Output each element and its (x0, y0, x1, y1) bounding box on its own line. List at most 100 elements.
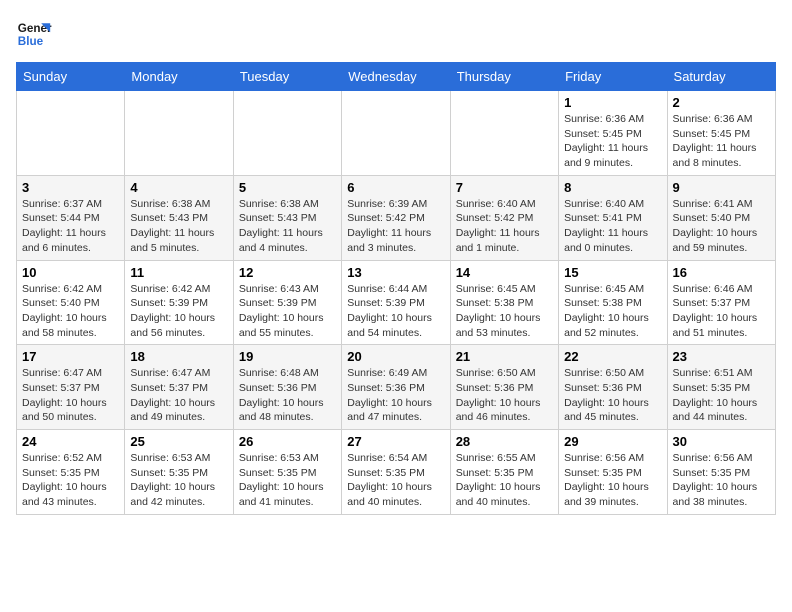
day-info: Sunrise: 6:53 AMSunset: 5:35 PMDaylight:… (130, 451, 227, 510)
day-info: Sunrise: 6:40 AMSunset: 5:41 PMDaylight:… (564, 197, 661, 256)
day-info: Sunrise: 6:53 AMSunset: 5:35 PMDaylight:… (239, 451, 336, 510)
weekday-header-saturday: Saturday (667, 63, 775, 91)
calendar-cell: 29 Sunrise: 6:56 AMSunset: 5:35 PMDayligh… (559, 430, 667, 515)
day-info: Sunrise: 6:55 AMSunset: 5:35 PMDaylight:… (456, 451, 553, 510)
day-info: Sunrise: 6:49 AMSunset: 5:36 PMDaylight:… (347, 366, 444, 425)
day-info: Sunrise: 6:47 AMSunset: 5:37 PMDaylight:… (22, 366, 119, 425)
calendar-cell: 30 Sunrise: 6:56 AMSunset: 5:35 PMDayligh… (667, 430, 775, 515)
day-number: 22 (564, 349, 661, 364)
calendar-cell: 2 Sunrise: 6:36 AMSunset: 5:45 PMDaylight… (667, 91, 775, 176)
weekday-header-sunday: Sunday (17, 63, 125, 91)
day-number: 20 (347, 349, 444, 364)
day-info: Sunrise: 6:36 AMSunset: 5:45 PMDaylight:… (564, 112, 661, 171)
weekday-header-friday: Friday (559, 63, 667, 91)
day-info: Sunrise: 6:56 AMSunset: 5:35 PMDaylight:… (673, 451, 770, 510)
weekday-header-tuesday: Tuesday (233, 63, 341, 91)
calendar-cell: 10Sunrise: 6:42 AMSunset: 5:40 PMDayligh… (17, 260, 125, 345)
day-info: Sunrise: 6:44 AMSunset: 5:39 PMDaylight:… (347, 282, 444, 341)
week-row-4: 17 Sunrise: 6:47 AMSunset: 5:37 PMDayligh… (17, 345, 776, 430)
calendar-cell (450, 91, 558, 176)
calendar-cell: 20 Sunrise: 6:49 AMSunset: 5:36 PMDayligh… (342, 345, 450, 430)
day-number: 17 (22, 349, 119, 364)
calendar-cell: 3 Sunrise: 6:37 AMSunset: 5:44 PMDaylight… (17, 175, 125, 260)
day-info: Sunrise: 6:43 AMSunset: 5:39 PMDaylight:… (239, 282, 336, 341)
day-info: Sunrise: 6:37 AMSunset: 5:44 PMDaylight:… (22, 197, 119, 256)
day-info: Sunrise: 6:41 AMSunset: 5:40 PMDaylight:… (673, 197, 770, 256)
day-number: 11 (130, 265, 227, 280)
logo: General Blue (16, 16, 56, 52)
day-number: 6 (347, 180, 444, 195)
day-info: Sunrise: 6:50 AMSunset: 5:36 PMDaylight:… (564, 366, 661, 425)
day-number: 19 (239, 349, 336, 364)
calendar-cell: 18 Sunrise: 6:47 AMSunset: 5:37 PMDayligh… (125, 345, 233, 430)
calendar-cell (342, 91, 450, 176)
calendar-cell: 15 Sunrise: 6:45 AMSunset: 5:38 PMDayligh… (559, 260, 667, 345)
calendar-cell (17, 91, 125, 176)
day-info: Sunrise: 6:51 AMSunset: 5:35 PMDaylight:… (673, 366, 770, 425)
calendar-cell: 17 Sunrise: 6:47 AMSunset: 5:37 PMDayligh… (17, 345, 125, 430)
day-number: 16 (673, 265, 770, 280)
calendar-cell (125, 91, 233, 176)
day-number: 28 (456, 434, 553, 449)
day-number: 5 (239, 180, 336, 195)
weekday-header-monday: Monday (125, 63, 233, 91)
logo-icon: General Blue (16, 16, 52, 52)
calendar-cell: 21 Sunrise: 6:50 AMSunset: 5:36 PMDayligh… (450, 345, 558, 430)
calendar-cell: 13 Sunrise: 6:44 AMSunset: 5:39 PMDayligh… (342, 260, 450, 345)
weekday-header-thursday: Thursday (450, 63, 558, 91)
day-info: Sunrise: 6:45 AMSunset: 5:38 PMDaylight:… (456, 282, 553, 341)
calendar-table: SundayMondayTuesdayWednesdayThursdayFrid… (16, 62, 776, 515)
day-number: 12 (239, 265, 336, 280)
day-number: 18 (130, 349, 227, 364)
week-row-3: 10Sunrise: 6:42 AMSunset: 5:40 PMDayligh… (17, 260, 776, 345)
weekday-header-wednesday: Wednesday (342, 63, 450, 91)
day-info: Sunrise: 6:40 AMSunset: 5:42 PMDaylight:… (456, 197, 553, 256)
calendar-cell: 28 Sunrise: 6:55 AMSunset: 5:35 PMDayligh… (450, 430, 558, 515)
day-info: Sunrise: 6:52 AMSunset: 5:35 PMDaylight:… (22, 451, 119, 510)
calendar-cell: 24 Sunrise: 6:52 AMSunset: 5:35 PMDayligh… (17, 430, 125, 515)
day-info: Sunrise: 6:50 AMSunset: 5:36 PMDaylight:… (456, 366, 553, 425)
calendar-cell (233, 91, 341, 176)
day-info: Sunrise: 6:56 AMSunset: 5:35 PMDaylight:… (564, 451, 661, 510)
day-number: 3 (22, 180, 119, 195)
calendar-cell: 14 Sunrise: 6:45 AMSunset: 5:38 PMDayligh… (450, 260, 558, 345)
day-info: Sunrise: 6:47 AMSunset: 5:37 PMDaylight:… (130, 366, 227, 425)
day-number: 10 (22, 265, 119, 280)
calendar-cell: 12 Sunrise: 6:43 AMSunset: 5:39 PMDayligh… (233, 260, 341, 345)
day-number: 14 (456, 265, 553, 280)
day-number: 13 (347, 265, 444, 280)
day-info: Sunrise: 6:54 AMSunset: 5:35 PMDaylight:… (347, 451, 444, 510)
day-number: 8 (564, 180, 661, 195)
weekday-header-row: SundayMondayTuesdayWednesdayThursdayFrid… (17, 63, 776, 91)
day-number: 30 (673, 434, 770, 449)
day-number: 7 (456, 180, 553, 195)
week-row-5: 24 Sunrise: 6:52 AMSunset: 5:35 PMDayligh… (17, 430, 776, 515)
calendar-cell: 7 Sunrise: 6:40 AMSunset: 5:42 PMDaylight… (450, 175, 558, 260)
day-number: 24 (22, 434, 119, 449)
calendar-cell: 27 Sunrise: 6:54 AMSunset: 5:35 PMDayligh… (342, 430, 450, 515)
day-info: Sunrise: 6:48 AMSunset: 5:36 PMDaylight:… (239, 366, 336, 425)
calendar-cell: 8 Sunrise: 6:40 AMSunset: 5:41 PMDaylight… (559, 175, 667, 260)
day-info: Sunrise: 6:39 AMSunset: 5:42 PMDaylight:… (347, 197, 444, 256)
day-info: Sunrise: 6:46 AMSunset: 5:37 PMDaylight:… (673, 282, 770, 341)
day-number: 15 (564, 265, 661, 280)
day-number: 21 (456, 349, 553, 364)
week-row-2: 3 Sunrise: 6:37 AMSunset: 5:44 PMDaylight… (17, 175, 776, 260)
day-number: 1 (564, 95, 661, 110)
calendar-cell: 11Sunrise: 6:42 AMSunset: 5:39 PMDayligh… (125, 260, 233, 345)
day-info: Sunrise: 6:38 AMSunset: 5:43 PMDaylight:… (239, 197, 336, 256)
calendar-cell: 5 Sunrise: 6:38 AMSunset: 5:43 PMDaylight… (233, 175, 341, 260)
day-info: Sunrise: 6:38 AMSunset: 5:43 PMDaylight:… (130, 197, 227, 256)
day-number: 29 (564, 434, 661, 449)
calendar-cell: 25Sunrise: 6:53 AMSunset: 5:35 PMDayligh… (125, 430, 233, 515)
calendar-cell: 22 Sunrise: 6:50 AMSunset: 5:36 PMDayligh… (559, 345, 667, 430)
day-number: 2 (673, 95, 770, 110)
calendar-cell: 4 Sunrise: 6:38 AMSunset: 5:43 PMDaylight… (125, 175, 233, 260)
day-number: 27 (347, 434, 444, 449)
day-number: 26 (239, 434, 336, 449)
day-info: Sunrise: 6:45 AMSunset: 5:38 PMDaylight:… (564, 282, 661, 341)
day-number: 9 (673, 180, 770, 195)
header: General Blue (16, 16, 776, 52)
day-info: Sunrise: 6:36 AMSunset: 5:45 PMDaylight:… (673, 112, 770, 171)
day-number: 4 (130, 180, 227, 195)
